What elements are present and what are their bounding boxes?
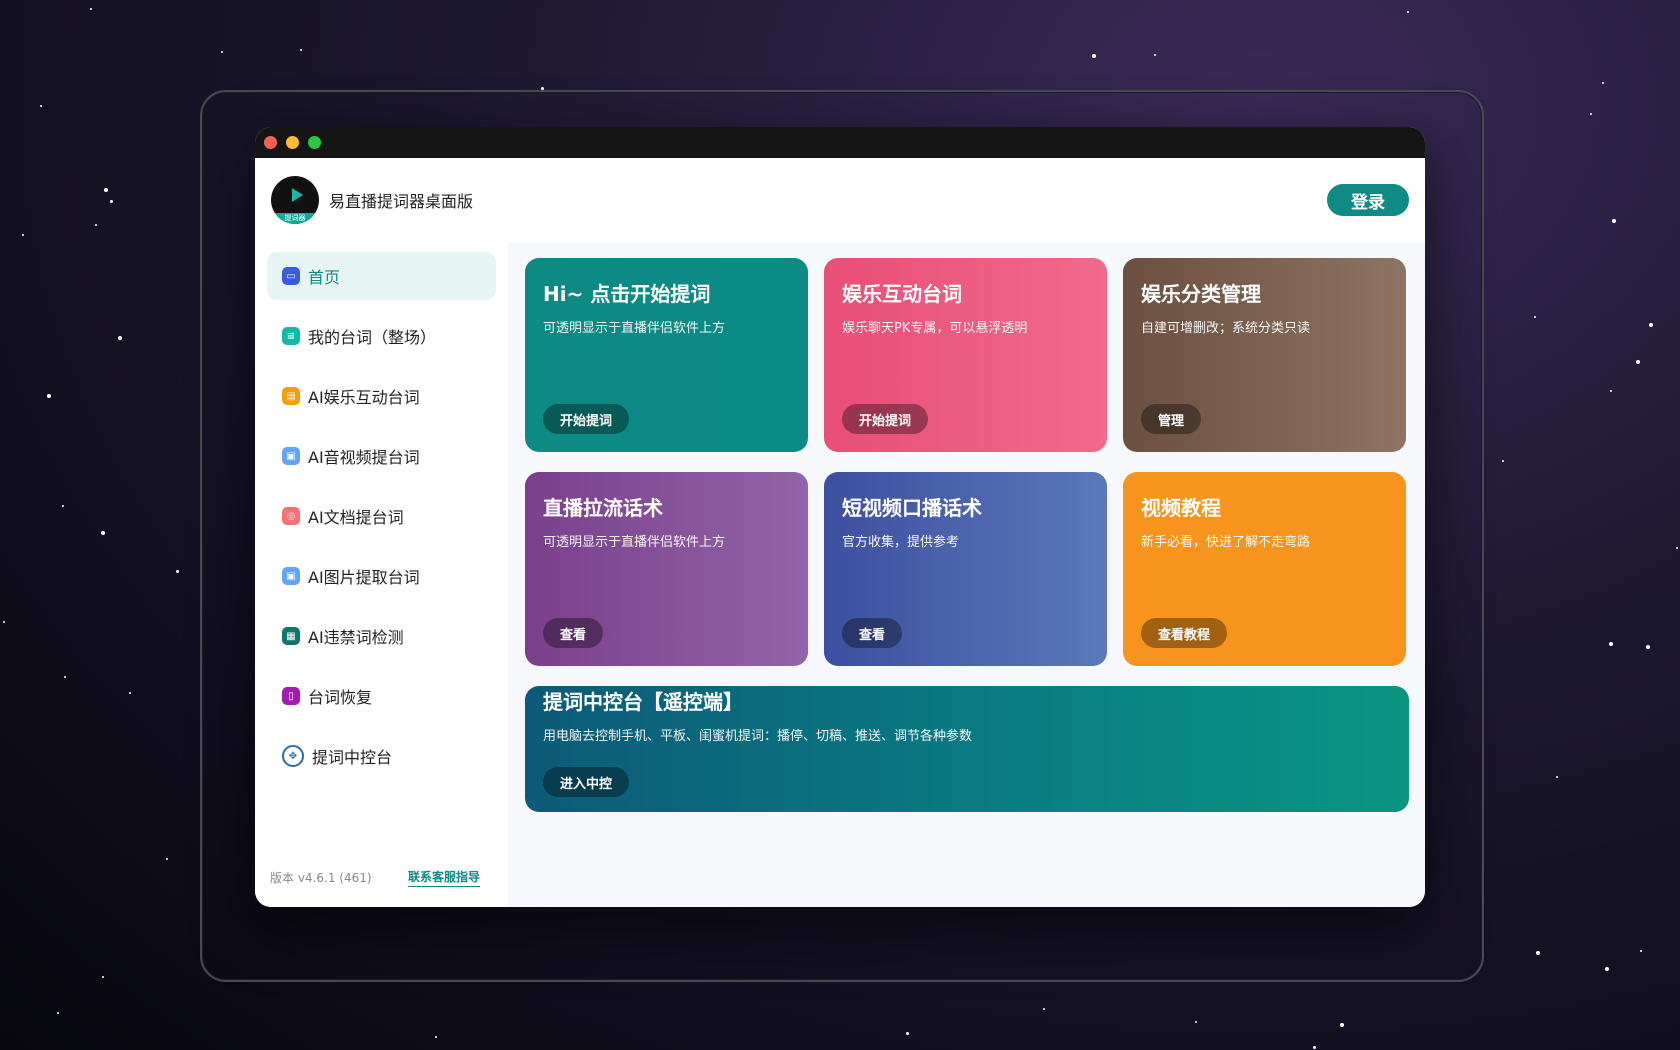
sidebar-item-restore[interactable]: ▯ 台词恢复 (267, 672, 496, 720)
card-short-video-scripts[interactable]: 短视频口播话术 官方收集，提供参考 查看 (824, 472, 1107, 666)
sidebar-item-label: 我的台词（整场） (308, 328, 437, 347)
sidebar: ▭ 首页 ≡ 我的台词（整场） ▤ AI娱乐互动台词 ▣ AI音视频提台词 ◎ … (255, 242, 508, 907)
document-icon: ◎ (282, 507, 300, 525)
media-icon: ▣ (282, 447, 300, 465)
card-subtitle: 可透明显示于直播伴侣软件上方 (543, 535, 726, 550)
card-entertainment-scripts[interactable]: 娱乐互动台词 娱乐聊天PK专属，可以悬浮透明 开始提词 (824, 258, 1107, 452)
sidebar-item-control[interactable]: ✥ 提词中控台 (267, 732, 496, 780)
card-control-console[interactable]: 提词中控台【遥控端】 用电脑去控制手机、平板、闺蜜机提词：播停、切稿、推送、调节… (525, 686, 1409, 812)
card-video-tutorial[interactable]: 视频教程 新手必看，快进了解不走弯路 查看教程 (1123, 472, 1406, 666)
card-subtitle: 可透明显示于直播伴侣软件上方 (543, 321, 726, 336)
sidebar-item-label: AI音视频提台词 (308, 448, 420, 467)
sidebar-item-my-scripts[interactable]: ≡ 我的台词（整场） (267, 312, 496, 360)
card-subtitle: 新手必看，快进了解不走弯路 (1141, 535, 1311, 550)
card-title: 视频教程 (1141, 496, 1221, 520)
sidebar-item-label: 首页 (308, 268, 341, 287)
sidebar-item-ai-image[interactable]: ▣ AI图片提取台词 (267, 552, 496, 600)
card-title: 短视频口播话术 (842, 496, 982, 520)
feature-card-grid: Hi~ 点击开始提词 可透明显示于直播伴侣软件上方 开始提词 娱乐互动台词 娱乐… (525, 258, 1409, 666)
sidebar-item-ai-entertainment[interactable]: ▤ AI娱乐互动台词 (267, 372, 496, 420)
enter-control-button[interactable]: 进入中控 (543, 767, 630, 797)
image-icon: ▣ (282, 567, 300, 585)
app-body: ▭ 首页 ≡ 我的台词（整场） ▤ AI娱乐互动台词 ▣ AI音视频提台词 ◎ … (255, 242, 1425, 907)
close-window-button[interactable] (264, 136, 277, 149)
play-icon (291, 188, 303, 202)
logo-badge: 提词器 (271, 213, 319, 224)
script-icon: ≡ (282, 327, 300, 345)
detect-icon: ▦ (282, 627, 300, 645)
card-start-prompter[interactable]: Hi~ 点击开始提词 可透明显示于直播伴侣软件上方 开始提词 (525, 258, 808, 452)
card-subtitle: 自建可增删改；系统分类只读 (1141, 321, 1311, 336)
view-short-video-button[interactable]: 查看 (842, 618, 903, 648)
zoom-window-button[interactable] (308, 136, 321, 149)
sidebar-item-ai-document[interactable]: ◎ AI文档提台词 (267, 492, 496, 540)
minimize-window-button[interactable] (286, 136, 299, 149)
sidebar-item-label: 提词中控台 (312, 748, 393, 767)
sidebar-item-label: AI娱乐互动台词 (308, 388, 420, 407)
card-live-scripts[interactable]: 直播拉流话术 可透明显示于直播伴侣软件上方 查看 (525, 472, 808, 666)
version-label: 版本 v4.6.1 (461) (270, 871, 372, 885)
sidebar-item-home[interactable]: ▭ 首页 (267, 252, 496, 300)
home-icon: ▭ (282, 267, 300, 285)
view-tutorial-button[interactable]: 查看教程 (1141, 618, 1228, 648)
chat-icon: ▤ (282, 387, 300, 405)
view-live-scripts-button[interactable]: 查看 (543, 618, 604, 648)
card-title: 娱乐分类管理 (1141, 282, 1261, 306)
card-title: 直播拉流话术 (543, 496, 663, 520)
sidebar-item-ai-media[interactable]: ▣ AI音视频提台词 (267, 432, 496, 480)
manage-button[interactable]: 管理 (1141, 404, 1202, 434)
card-subtitle: 官方收集，提供参考 (842, 535, 960, 550)
sidebar-item-label: AI文档提台词 (308, 508, 404, 527)
card-subtitle: 娱乐聊天PK专属，可以悬浮透明 (842, 321, 1028, 336)
app-header: 提词器 易直播提词器桌面版 登录 (255, 158, 1425, 242)
card-title: 提词中控台【遥控端】 (543, 690, 743, 714)
sidebar-item-ai-detect[interactable]: ▦ AI违禁词检测 (267, 612, 496, 660)
app-window: 提词器 易直播提词器桌面版 登录 ▭ 首页 ≡ 我的台词（整场） ▤ AI娱乐互… (255, 127, 1425, 907)
card-title: Hi~ 点击开始提词 (543, 282, 711, 306)
sidebar-footer: 版本 v4.6.1 (461) 联系客服指导 (270, 868, 480, 887)
card-title: 娱乐互动台词 (842, 282, 962, 306)
restore-icon: ▯ (282, 687, 300, 705)
control-icon: ✥ (282, 745, 304, 767)
support-link[interactable]: 联系客服指导 (407, 868, 480, 887)
sidebar-item-label: AI图片提取台词 (308, 568, 420, 587)
sidebar-item-label: 台词恢复 (308, 688, 373, 707)
app-title: 易直播提词器桌面版 (329, 192, 474, 211)
title-bar (255, 127, 1425, 158)
main-content: Hi~ 点击开始提词 可透明显示于直播伴侣软件上方 开始提词 娱乐互动台词 娱乐… (508, 242, 1425, 907)
app-logo: 提词器 (271, 176, 319, 224)
card-subtitle: 用电脑去控制手机、平板、闺蜜机提词：播停、切稿、推送、调节各种参数 (543, 729, 973, 744)
start-prompter-button[interactable]: 开始提词 (543, 404, 630, 434)
sidebar-item-label: AI违禁词检测 (308, 628, 404, 647)
login-button[interactable]: 登录 (1327, 184, 1409, 216)
card-category-manage[interactable]: 娱乐分类管理 自建可增删改；系统分类只读 管理 (1123, 258, 1406, 452)
start-entertainment-button[interactable]: 开始提词 (842, 404, 929, 434)
